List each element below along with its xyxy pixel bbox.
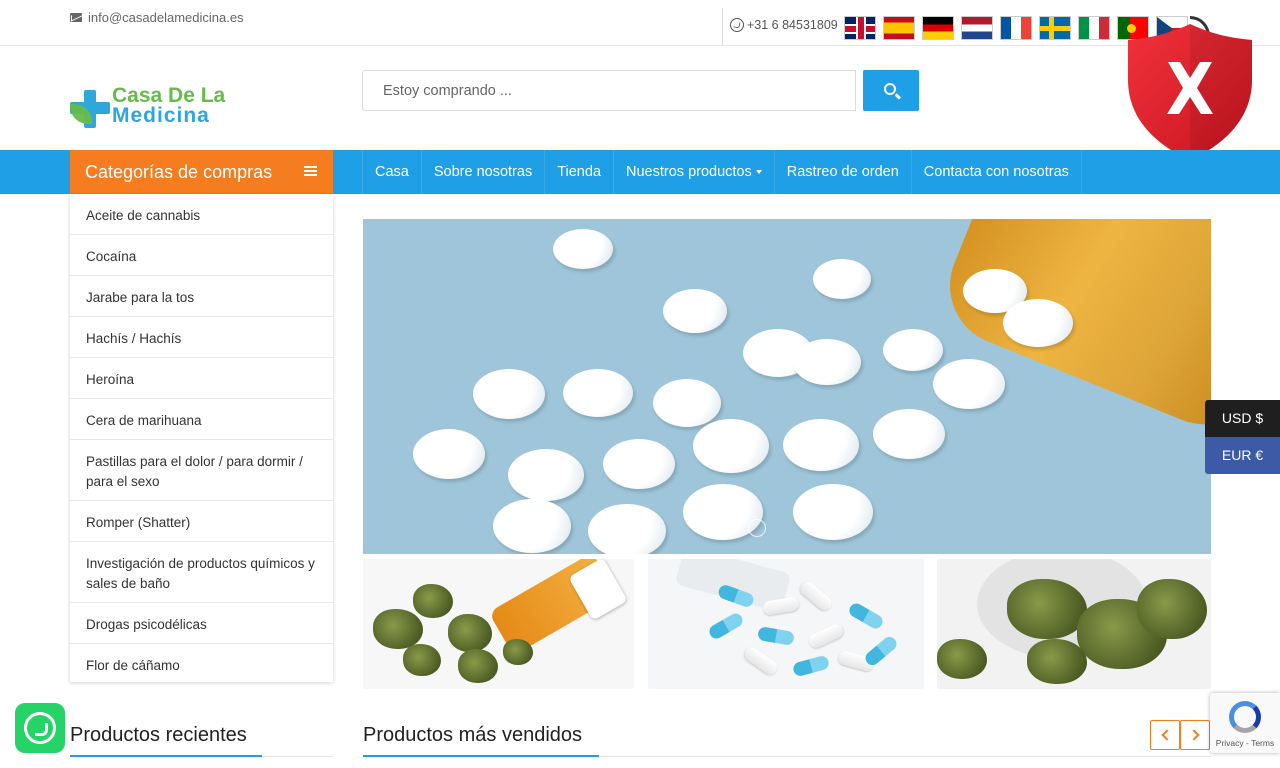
- recaptcha-links[interactable]: Privacy - Terms: [1210, 738, 1280, 748]
- nav-item-about[interactable]: Sobre nosotras: [422, 150, 546, 194]
- recaptcha-badge[interactable]: Privacy - Terms: [1210, 693, 1280, 753]
- sidebar-item-hemp-flower[interactable]: Flor de cáñamo: [70, 644, 333, 682]
- flag-german-icon[interactable]: [922, 16, 954, 40]
- flag-french-icon[interactable]: [1000, 16, 1032, 40]
- search-button[interactable]: [863, 70, 919, 111]
- currency-usd-button[interactable]: USD $: [1205, 400, 1280, 437]
- email-text[interactable]: info@casadelamedicina.es: [88, 10, 244, 25]
- sidebar-item-heroin[interactable]: Heroína: [70, 358, 333, 399]
- envelope-icon: [70, 13, 82, 22]
- categories-toggle[interactable]: Categorías de compras: [70, 150, 333, 194]
- nav-item-products[interactable]: Nuestros productos: [614, 150, 775, 194]
- flag-swedish-icon[interactable]: [1039, 16, 1071, 40]
- category-sidebar: Aceite de cannabis Cocaína Jarabe para l…: [70, 194, 333, 682]
- flag-english-icon[interactable]: [844, 16, 876, 40]
- slider-indicator[interactable]: [748, 519, 766, 537]
- flag-spanish-icon[interactable]: [883, 16, 915, 40]
- section-accent: [363, 755, 599, 757]
- logo-line-2: Medicina: [112, 104, 210, 127]
- sidebar-item-cocaine[interactable]: Cocaína: [70, 235, 333, 276]
- nav-item-products-label: Nuestros productos: [626, 164, 752, 180]
- carousel-next-button[interactable]: [1180, 720, 1210, 750]
- recaptcha-icon: [1229, 701, 1261, 733]
- chevron-right-icon: [1188, 729, 1200, 741]
- recent-products-title: Productos recientes: [70, 724, 247, 746]
- search-input[interactable]: [362, 70, 856, 111]
- section-accent: [70, 755, 262, 757]
- security-warning-shield-icon: [1128, 24, 1252, 160]
- sidebar-item-research-chemicals[interactable]: Investigación de productos químicos y sa…: [70, 542, 333, 603]
- product-image-cannabis-bottle[interactable]: [363, 559, 634, 689]
- pill-bottle-shape: [931, 219, 1211, 443]
- hero-slider-image[interactable]: [363, 219, 1211, 554]
- main-menu: Casa Sobre nosotras Tienda Nuestros prod…: [362, 150, 1082, 194]
- logo-line-1: Casa De La: [112, 84, 226, 107]
- product-image-cannabis-jar[interactable]: [937, 559, 1211, 689]
- categories-title: Categorías de compras: [85, 162, 273, 182]
- sidebar-item-pills[interactable]: Pastillas para el dolor / para dormir / …: [70, 440, 333, 501]
- search-icon: [884, 83, 896, 95]
- contact-email[interactable]: info@casadelamedicina.es: [70, 10, 244, 25]
- list-icon: [304, 166, 317, 178]
- caret-down-icon: [755, 170, 762, 175]
- whatsapp-icon: [24, 712, 56, 744]
- sidebar-item-marijuana-wax[interactable]: Cera de marihuana: [70, 399, 333, 440]
- bestsellers-title: Productos más vendidos: [363, 724, 583, 746]
- carousel-prev-button[interactable]: [1150, 720, 1180, 750]
- sidebar-item-shatter[interactable]: Romper (Shatter): [70, 501, 333, 542]
- nav-item-order-tracking[interactable]: Rastreo de orden: [775, 150, 912, 194]
- chevron-left-icon: [1161, 729, 1173, 741]
- sidebar-item-hash[interactable]: Hachís / Hachís: [70, 317, 333, 358]
- top-bar: info@casadelamedicina.es +31 6 84531809: [0, 0, 1280, 46]
- contact-phone[interactable]: +31 6 84531809: [730, 18, 838, 32]
- whatsapp-chat-button[interactable]: [15, 703, 65, 753]
- site-logo[interactable]: Casa De La Medicina: [70, 84, 230, 132]
- medical-cross-icon: [70, 90, 110, 130]
- sidebar-item-psychedelics[interactable]: Drogas psicodélicas: [70, 603, 333, 644]
- phone-text[interactable]: +31 6 84531809: [747, 18, 838, 32]
- currency-eur-button[interactable]: EUR €: [1205, 437, 1280, 474]
- flag-italian-icon[interactable]: [1078, 16, 1110, 40]
- whatsapp-icon: [730, 18, 744, 32]
- topbar-divider: [722, 8, 723, 45]
- nav-item-shop[interactable]: Tienda: [545, 150, 615, 194]
- sidebar-item-cough-syrup[interactable]: Jarabe para la tos: [70, 276, 333, 317]
- nav-item-home[interactable]: Casa: [363, 150, 422, 194]
- sidebar-item-cannabis-oil[interactable]: Aceite de cannabis: [70, 194, 333, 235]
- flag-dutch-icon[interactable]: [961, 16, 993, 40]
- product-image-capsules[interactable]: [648, 559, 924, 689]
- nav-item-contact[interactable]: Contacta con nosotras: [912, 150, 1082, 194]
